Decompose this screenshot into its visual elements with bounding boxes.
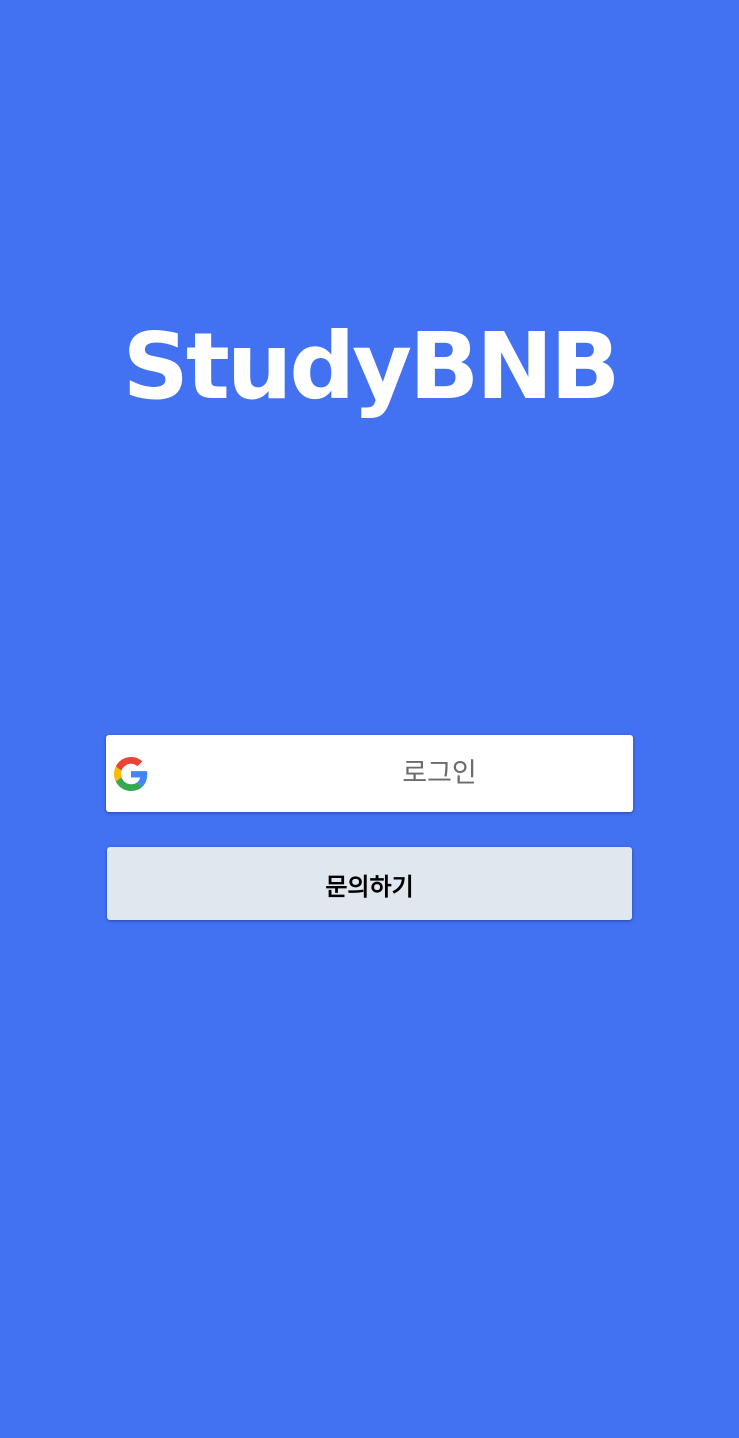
google-login-button[interactable]: 로그인 xyxy=(106,735,633,812)
logo-area: StudyBNB xyxy=(100,300,640,490)
inquiry-label: 문의하기 xyxy=(325,873,414,901)
inquiry-button[interactable]: 문의하기 xyxy=(107,847,632,920)
app-logo: StudyBNB xyxy=(122,313,621,420)
login-label: 로그인 xyxy=(402,758,477,789)
google-icon xyxy=(114,757,148,791)
